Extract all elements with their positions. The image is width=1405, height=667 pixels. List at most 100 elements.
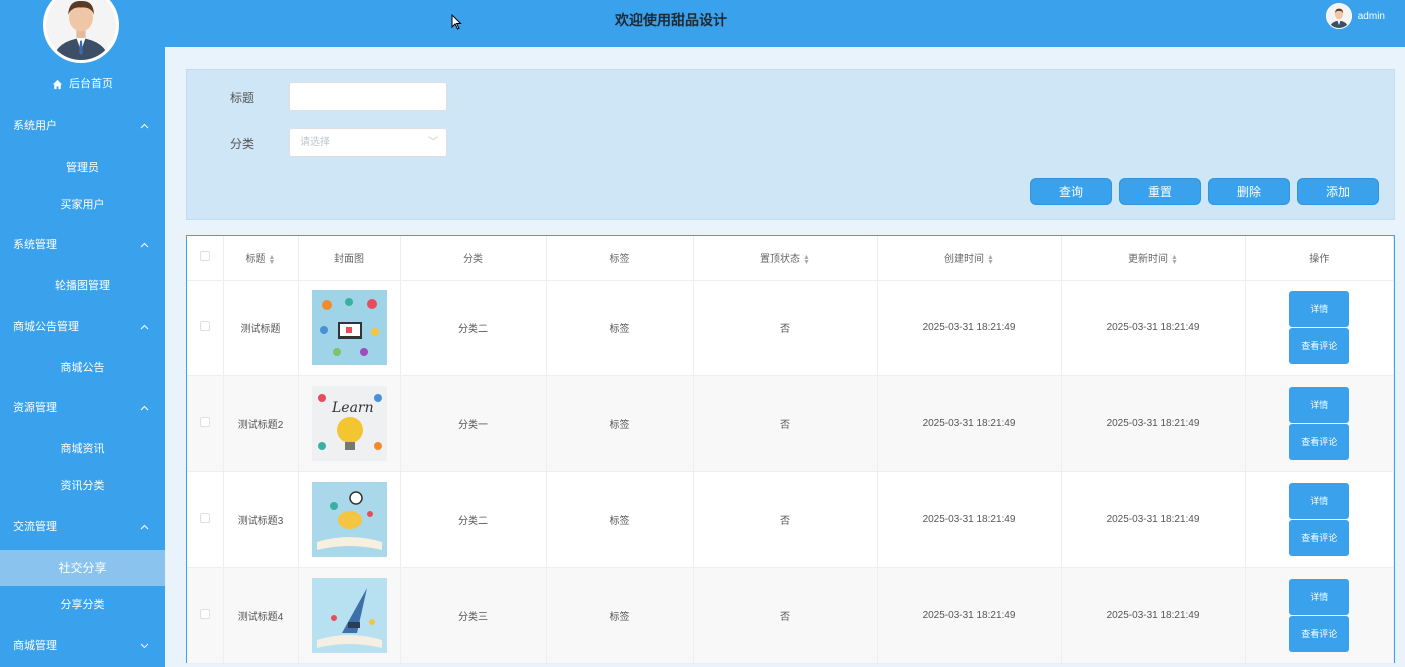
sidebar-item-label: 后台首页 xyxy=(69,78,113,90)
cell-created: 2025-03-31 18:21:49 xyxy=(877,567,1062,664)
column-header-created[interactable]: 创建时间 ▲ ▼ xyxy=(877,236,1062,281)
chevron-down-icon: ﹀ xyxy=(428,137,438,148)
category-label: 分类 xyxy=(230,137,255,151)
cell-pinned: 否 xyxy=(693,280,878,377)
detail-button[interactable]: 详情 xyxy=(1289,578,1350,615)
sidebar: 后台首页 系统用户 管理员 买家用户 系统管理 轮播图管理 商城公告管理 商城公… xyxy=(0,0,165,667)
sidebar-item-share-category[interactable]: 分享分类 xyxy=(0,587,165,623)
query-button[interactable]: 查询 xyxy=(1030,178,1112,205)
title-label: 标题 xyxy=(230,91,255,105)
sidebar-group-system-users[interactable]: 系统用户 xyxy=(0,108,165,144)
delete-button[interactable]: 删除 xyxy=(1208,178,1290,205)
column-header-cover: 封面图 xyxy=(298,236,401,281)
cell-updated: 2025-03-31 18:21:49 xyxy=(1061,567,1246,664)
sidebar-group-store[interactable]: 商城管理 xyxy=(0,628,165,664)
avatar xyxy=(1325,3,1352,29)
chevron-up-icon xyxy=(139,509,149,545)
mouse-cursor-icon xyxy=(451,14,462,30)
cell-tag: 标签 xyxy=(546,375,694,472)
view-comments-button[interactable]: 查看评论 xyxy=(1289,424,1350,461)
cell-created: 2025-03-31 18:21:49 xyxy=(877,280,1062,377)
sort-icon[interactable]: ▲ ▼ xyxy=(269,254,276,266)
cell-created: 2025-03-31 18:21:49 xyxy=(877,471,1062,568)
sort-icon[interactable]: ▲ ▼ xyxy=(803,254,810,266)
sidebar-item-carousel[interactable]: 轮播图管理 xyxy=(0,268,165,304)
sidebar-item-social-share[interactable]: 社交分享 xyxy=(0,550,165,586)
sort-icon[interactable]: ▲ ▼ xyxy=(1171,254,1178,266)
view-comments-button[interactable]: 查看评论 xyxy=(1289,328,1350,365)
title-search-input[interactable] xyxy=(289,82,447,111)
cover-image[interactable]: Learn xyxy=(311,386,387,462)
cell-tag: 标签 xyxy=(546,567,694,664)
sidebar-group-communication[interactable]: 交流管理 xyxy=(0,509,165,545)
sidebar-item-store-notice[interactable]: 商城公告 xyxy=(0,350,165,386)
detail-button[interactable]: 详情 xyxy=(1289,482,1350,519)
svg-text:Learn: Learn xyxy=(331,400,374,416)
chevron-up-icon xyxy=(139,108,149,144)
chevron-up-icon xyxy=(139,309,149,345)
cell-pinned: 否 xyxy=(693,567,878,664)
data-table: 标题 ▲ ▼ 封面图 分类 标签 置顶状态 ▲ ▼ 创建时间 ▲ ▼ 更新时间 ▲ ▼ 操作 测… xyxy=(186,235,1395,664)
cell-title: 测试标题3 xyxy=(223,471,299,568)
table-row: 测试标题4 分类三 标签 否 2025-03-31 18:21:49 2025-… xyxy=(187,567,1394,664)
view-comments-button[interactable]: 查看评论 xyxy=(1289,519,1350,556)
table-row: 测试标题2 Learn 分类一 标签 否 2025-03-31 18:21:49… xyxy=(187,375,1394,472)
sidebar-item-home[interactable]: 后台首页 xyxy=(0,74,165,94)
reset-button[interactable]: 重置 xyxy=(1119,178,1201,205)
sort-icon[interactable]: ▲ ▼ xyxy=(987,254,994,266)
add-button[interactable]: 添加 xyxy=(1297,178,1379,205)
sidebar-group-system-management[interactable]: 系统管理 xyxy=(0,227,165,263)
chevron-up-icon xyxy=(139,227,149,263)
category-select[interactable]: 请选择 ﹀ xyxy=(289,128,447,157)
cell-category: 分类二 xyxy=(400,471,547,568)
row-checkbox[interactable] xyxy=(199,512,210,523)
username: admin xyxy=(1357,10,1385,22)
sidebar-item-news-category[interactable]: 资讯分类 xyxy=(0,468,165,504)
cell-tag: 标签 xyxy=(546,280,694,377)
cell-title: 测试标题 xyxy=(223,280,299,377)
top-header: 欢迎使用甜品设计 admin xyxy=(165,0,1405,47)
select-all-checkbox-cell[interactable] xyxy=(187,236,224,281)
cell-title: 测试标题2 xyxy=(223,375,299,472)
cell-tag: 标签 xyxy=(546,471,694,568)
sidebar-item-admins[interactable]: 管理员 xyxy=(0,150,165,186)
sidebar-item-buyers[interactable]: 买家用户 xyxy=(0,187,165,223)
view-comments-button[interactable]: 查看评论 xyxy=(1289,615,1350,652)
cell-updated: 2025-03-31 18:21:49 xyxy=(1061,471,1246,568)
cover-image[interactable] xyxy=(311,290,387,366)
cell-created: 2025-03-31 18:21:49 xyxy=(877,375,1062,472)
page-title: 欢迎使用甜品设计 xyxy=(615,12,727,28)
table-row: 测试标题 分类二 标签 否 2025-03-31 18:21:49 2025-0… xyxy=(187,280,1394,377)
select-all-checkbox[interactable] xyxy=(199,251,210,262)
cell-category: 分类三 xyxy=(400,567,547,664)
cell-pinned: 否 xyxy=(693,375,878,472)
row-checkbox[interactable] xyxy=(199,608,210,619)
sidebar-group-notices[interactable]: 商城公告管理 xyxy=(0,309,165,345)
column-header-tag: 标签 xyxy=(546,236,694,281)
column-header-category: 分类 xyxy=(400,236,547,281)
cell-updated: 2025-03-31 18:21:49 xyxy=(1061,375,1246,472)
sidebar-group-resources[interactable]: 资源管理 xyxy=(0,390,165,426)
column-header-actions: 操作 xyxy=(1245,236,1394,281)
home-icon xyxy=(52,79,63,89)
detail-button[interactable]: 详情 xyxy=(1289,291,1350,328)
cover-image[interactable] xyxy=(311,577,387,653)
cover-image[interactable] xyxy=(311,481,387,557)
table-header-row: 标题 ▲ ▼ 封面图 分类 标签 置顶状态 ▲ ▼ 创建时间 ▲ ▼ 更新时间 ▲ ▼ 操作 xyxy=(187,236,1394,281)
detail-button[interactable]: 详情 xyxy=(1289,387,1350,424)
column-header-updated[interactable]: 更新时间 ▲ ▼ xyxy=(1061,236,1246,281)
sidebar-item-news[interactable]: 商城资讯 xyxy=(0,431,165,467)
column-header-title[interactable]: 标题 ▲ ▼ xyxy=(223,236,299,281)
row-checkbox[interactable] xyxy=(199,321,210,332)
avatar-portrait-icon xyxy=(46,0,116,60)
avatar xyxy=(43,0,119,63)
chevron-up-icon xyxy=(139,390,149,426)
avatar-portrait-icon xyxy=(1326,4,1351,28)
user-menu[interactable]: admin xyxy=(1325,3,1385,29)
row-checkbox[interactable] xyxy=(199,417,210,428)
cell-pinned: 否 xyxy=(693,471,878,568)
search-panel: 标题 分类 请选择 ﹀ 查询 重置 删除 添加 xyxy=(186,69,1395,220)
chevron-down-icon xyxy=(139,628,149,664)
column-header-pinned[interactable]: 置顶状态 ▲ ▼ xyxy=(693,236,878,281)
cell-category: 分类二 xyxy=(400,280,547,377)
